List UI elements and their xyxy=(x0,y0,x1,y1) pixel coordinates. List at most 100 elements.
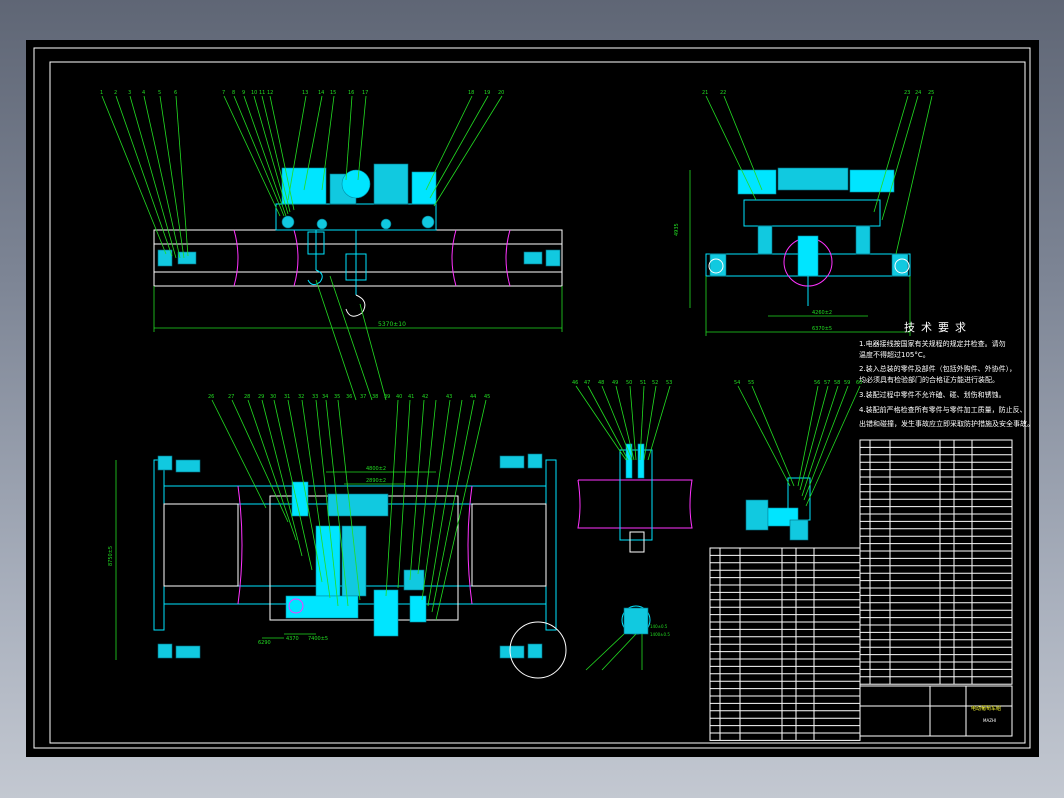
dim-detail-a: 140±0.5 xyxy=(650,624,668,629)
sheet-border-inner xyxy=(49,61,1026,744)
parts-list-left xyxy=(709,547,861,741)
tech-req-title: 技术要求 xyxy=(904,321,972,334)
svg-text:16: 16 xyxy=(348,90,354,96)
svg-text:32: 32 xyxy=(298,394,304,400)
dim-side-height: 4935 xyxy=(674,223,680,236)
svg-text:38: 38 xyxy=(372,394,378,400)
svg-text:34: 34 xyxy=(322,394,328,400)
svg-text:19: 19 xyxy=(484,90,490,96)
balloons-detail2: 54 55 56 57 58 59 60 xyxy=(734,380,862,386)
svg-text:47: 47 xyxy=(584,380,590,386)
dim-plan-d5: 7400±5 xyxy=(308,636,328,642)
svg-text:10: 10 xyxy=(251,90,257,96)
tech-req-item-7: 出错和碰撞，发生事故应立即采取防护措施及安全事故。 xyxy=(859,419,1034,428)
cad-drawing: 5370±10 1 2 3 4 5 6 7 8 9 10 11 12 13 14… xyxy=(33,47,1034,749)
dim-plan-d4: 4370 xyxy=(286,636,299,642)
svg-text:7: 7 xyxy=(222,90,225,96)
svg-text:31: 31 xyxy=(284,394,290,400)
tech-req-item-5: 3.装配过程中零件不允许磕、碰、划伤和锈蚀。 xyxy=(859,390,1006,399)
svg-text:45: 45 xyxy=(484,394,490,400)
svg-text:23: 23 xyxy=(904,90,910,96)
svg-text:6: 6 xyxy=(174,90,177,96)
svg-text:18: 18 xyxy=(468,90,474,96)
svg-text:12: 12 xyxy=(267,90,273,96)
svg-text:40: 40 xyxy=(396,394,402,400)
svg-text:50: 50 xyxy=(626,380,632,386)
svg-text:13: 13 xyxy=(302,90,308,96)
drawing-name: 电动葡萄车组 xyxy=(971,705,1001,712)
svg-text:17: 17 xyxy=(362,90,368,96)
cad-viewport[interactable]: 5370±10 1 2 3 4 5 6 7 8 9 10 11 12 13 14… xyxy=(26,40,1039,757)
dim-plan-height: 8750±5 xyxy=(108,546,114,566)
tech-req-item-6: 4.装配前严格检查所有零件与零件加工质量，防止反、 xyxy=(859,405,1027,414)
svg-text:20: 20 xyxy=(498,90,504,96)
dim-side-width: 6370±5 xyxy=(812,326,832,332)
svg-text:55: 55 xyxy=(748,380,754,386)
svg-text:54: 54 xyxy=(734,380,740,386)
svg-text:28: 28 xyxy=(244,394,250,400)
svg-text:14: 14 xyxy=(318,90,324,96)
svg-text:25: 25 xyxy=(928,90,934,96)
svg-text:51: 51 xyxy=(640,380,646,386)
tech-requirements: 技术要求 1.电器接线按国家有关规程的规定并检查。请勿 温度不得超过105°C。… xyxy=(859,321,1034,428)
plan-view: 8750±5 4800±2 2890±2 6290 4370 7400±5 xyxy=(108,453,567,679)
svg-text:9: 9 xyxy=(242,90,245,96)
svg-text:43: 43 xyxy=(446,394,452,400)
svg-text:11: 11 xyxy=(259,90,265,96)
svg-text:44: 44 xyxy=(470,394,476,400)
balloons-top: 1 2 3 4 5 6 7 8 9 10 11 12 13 14 15 16 1… xyxy=(100,90,504,96)
balloons-side: 21 22 23 24 25 xyxy=(702,90,934,96)
svg-text:53: 53 xyxy=(666,380,672,386)
tech-req-item-4: 均必须具有检验部门的合格证方能进行装配。 xyxy=(859,375,999,384)
tech-req-item-2: 温度不得超过105°C。 xyxy=(859,350,930,359)
title-block: 电动葡萄车组 MAZHI xyxy=(859,685,1013,737)
svg-text:15: 15 xyxy=(330,90,336,96)
svg-text:24: 24 xyxy=(915,90,921,96)
dim-plan-d3: 6290 xyxy=(258,640,271,646)
svg-text:3: 3 xyxy=(128,90,131,96)
svg-text:49: 49 xyxy=(612,380,618,386)
tech-req-item-3: 2.装入总装的零件及部件（包括外购件、外协件）， xyxy=(859,364,1016,373)
svg-text:46: 46 xyxy=(572,380,578,386)
svg-text:27: 27 xyxy=(228,394,234,400)
svg-text:42: 42 xyxy=(422,394,428,400)
svg-text:60: 60 xyxy=(856,380,862,386)
svg-text:56: 56 xyxy=(814,380,820,386)
svg-text:21: 21 xyxy=(702,90,708,96)
svg-text:59: 59 xyxy=(844,380,850,386)
svg-text:57: 57 xyxy=(824,380,830,386)
balloons-plan: 26 27 28 29 30 31 32 33 34 35 36 37 38 3… xyxy=(208,394,490,400)
svg-text:5: 5 xyxy=(158,90,161,96)
svg-text:52: 52 xyxy=(652,380,658,386)
svg-text:36: 36 xyxy=(346,394,352,400)
svg-text:39: 39 xyxy=(384,394,390,400)
svg-text:35: 35 xyxy=(334,394,340,400)
svg-text:8: 8 xyxy=(232,90,235,96)
dim-plan-d1: 4800±2 xyxy=(366,466,386,472)
dim-top-span: 5370±10 xyxy=(378,321,406,328)
svg-text:30: 30 xyxy=(270,394,276,400)
svg-text:37: 37 xyxy=(360,394,366,400)
dim-plan-d2: 2890±2 xyxy=(366,478,386,484)
svg-text:1: 1 xyxy=(100,90,103,96)
dim-side-inner: 4260±2 xyxy=(812,310,832,316)
svg-text:29: 29 xyxy=(258,394,264,400)
front-elevation-view: 5370±10 xyxy=(153,163,563,332)
svg-text:58: 58 xyxy=(834,380,840,386)
svg-text:26: 26 xyxy=(208,394,214,400)
svg-text:22: 22 xyxy=(720,90,726,96)
detail-view-1: 140±0.5 1400±0.5 xyxy=(577,443,693,671)
svg-text:4: 4 xyxy=(142,90,145,96)
svg-text:2: 2 xyxy=(114,90,117,96)
svg-text:48: 48 xyxy=(598,380,604,386)
balloons-detail1: 46 47 48 49 50 51 52 53 xyxy=(572,380,672,386)
tech-req-item-1: 1.电器接线按国家有关规程的规定并检查。请勿 xyxy=(859,339,1006,348)
svg-text:41: 41 xyxy=(408,394,414,400)
leaders-detail1 xyxy=(575,385,671,461)
parts-list-right xyxy=(859,439,1013,685)
svg-text:33: 33 xyxy=(312,394,318,400)
leaders-detail2 xyxy=(737,385,861,507)
side-view: 4935 6370±5 4260±2 xyxy=(674,167,911,336)
drawing-code: MAZHI xyxy=(983,718,996,723)
leaders-top xyxy=(101,95,503,401)
